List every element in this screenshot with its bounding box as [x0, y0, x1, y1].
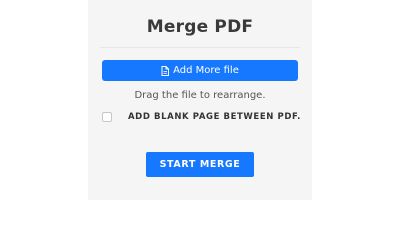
- page-title: Merge PDF: [146, 17, 254, 37]
- start-merge-button[interactable]: START MERGE: [146, 152, 254, 177]
- blank-page-checkbox[interactable]: [102, 112, 112, 122]
- blank-page-label: ADD BLANK PAGE BETWEEN PDF.: [128, 112, 301, 122]
- title-divider: [100, 47, 300, 48]
- rearrange-hint: Drag the file to rearrange.: [134, 90, 266, 101]
- merge-panel: Merge PDF Add More file Drag the file to…: [88, 0, 312, 200]
- file-icon: [161, 65, 170, 76]
- add-more-file-button[interactable]: Add More file: [102, 60, 298, 81]
- add-more-file-label: Add More file: [173, 65, 239, 76]
- blank-page-option: ADD BLANK PAGE BETWEEN PDF.: [102, 109, 302, 125]
